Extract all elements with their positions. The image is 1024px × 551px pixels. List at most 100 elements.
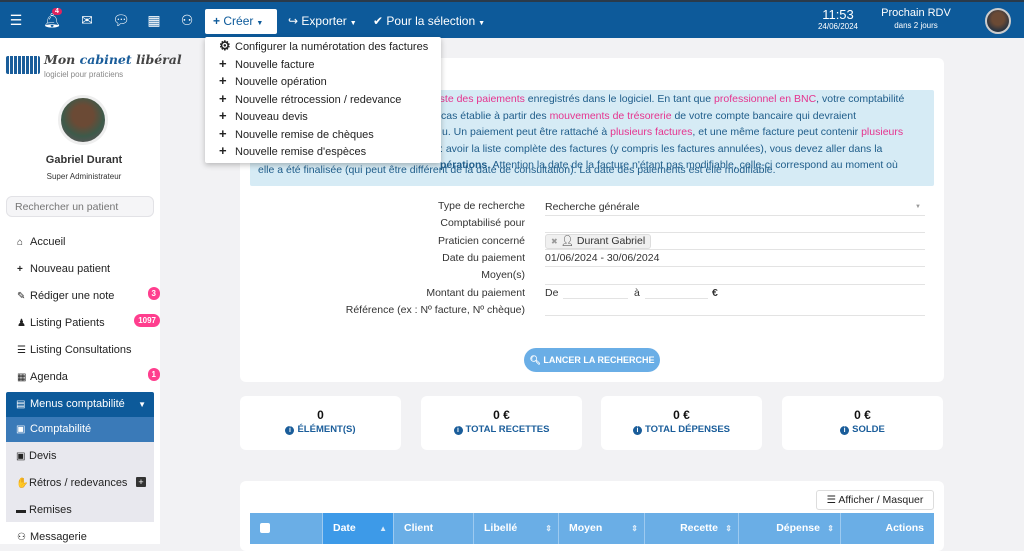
menu-item-new-operation[interactable]: + Nouvelle opération — [219, 72, 327, 89]
column-header-moyen[interactable]: Moyen ⇕ — [559, 513, 645, 544]
sidebar-item-accounting-menu[interactable]: ▤ Menus comptabilité ▼ — [6, 392, 154, 417]
column-toggle-button[interactable]: ☰ Afficher / Masquer — [816, 490, 934, 510]
next-appt-title: Prochain RDV — [881, 7, 951, 19]
plus-icon: + — [219, 56, 227, 71]
sort-icon: ⇕ — [545, 524, 552, 533]
check-icon: ✔ — [373, 14, 384, 28]
sidebar-item-new-patient[interactable]: + Nouveau patient — [17, 260, 110, 278]
stat-value: 0 — [317, 408, 324, 422]
type-label: Type de recherche — [438, 200, 525, 212]
column-header-client[interactable]: Client — [394, 513, 474, 544]
reference-input[interactable] — [545, 299, 925, 316]
select-all-header — [250, 513, 323, 544]
amount-max-input[interactable] — [645, 286, 708, 299]
column-header-recette[interactable]: Recette ⇕ — [645, 513, 739, 544]
deposit-icon: ▬ — [16, 505, 26, 516]
label: Menus comptabilité — [30, 398, 125, 410]
menu-item-new-retrocession[interactable]: + Nouvelle rétrocession / redevance — [219, 90, 401, 107]
search-type-select[interactable]: Recherche générale ▼ — [545, 199, 925, 216]
compta-label: Comptabilisé pour — [440, 217, 525, 229]
menu-item-new-check-deposit[interactable]: + Nouvelle remise de chèques — [219, 125, 374, 142]
menu-item-label: Nouvelle remise d'espèces — [235, 146, 367, 158]
montant-label: Montant du paiement — [426, 287, 525, 299]
sidebar-item-messagerie[interactable]: ⚇ Messagerie — [17, 528, 87, 546]
user-role: Super Administrateur — [46, 172, 122, 181]
currency-label: € — [712, 287, 718, 299]
plus-icon: + — [219, 126, 227, 141]
column-header-depense[interactable]: Dépense ⇕ — [739, 513, 841, 544]
sidebar-item-listing-consultations[interactable]: ☰ Listing Consultations — [17, 341, 132, 359]
next-appointment[interactable]: Prochain RDV dans 2 jours — [876, 7, 956, 30]
sidebar-subitem-devis[interactable]: ▣ Devis — [16, 447, 57, 465]
label: Rétros / redevances — [29, 477, 128, 489]
praticien-select[interactable]: ✖ 👤︎ Durant Gabriel — [545, 233, 925, 250]
stat-label: TOTAL DÉPENSES — [645, 424, 730, 435]
chevron-down-icon: ▼ — [138, 400, 146, 409]
sidebar-item-agenda[interactable]: ▦ Agenda 1 — [17, 368, 160, 386]
menu-item-label: Nouvelle rétrocession / redevance — [235, 94, 402, 106]
search-icon: 🔍︎ — [529, 355, 541, 365]
info-icon[interactable]: i — [840, 426, 850, 435]
user-avatar[interactable] — [985, 8, 1011, 34]
compta-input[interactable] — [545, 216, 925, 233]
column-header-date[interactable]: Date ▲ — [323, 513, 394, 544]
stat-label: SOLDE — [852, 424, 885, 435]
sidebar-item-write-note[interactable]: ✎ Rédiger une note 3 — [17, 287, 160, 305]
selection-button[interactable]: ✔ Pour la sélection ▼ — [365, 9, 493, 34]
moyen-input[interactable] — [545, 268, 925, 285]
info-icon[interactable]: i — [453, 426, 463, 435]
plus-square-icon[interactable]: + — [136, 477, 146, 487]
user-name: Gabriel Durant — [45, 154, 123, 166]
profile-avatar — [58, 95, 108, 145]
label: Devis — [29, 450, 57, 462]
stat-value: 0 € — [673, 408, 690, 422]
search-type-value: Recherche générale — [545, 201, 640, 213]
sidebar: Mon cabinet libéral logiciel pour pratic… — [0, 38, 182, 546]
patients-icon: ♟ — [17, 318, 26, 329]
remove-tag-icon[interactable]: ✖ — [551, 237, 558, 246]
export-button[interactable]: ↪ Exporter ▼ — [280, 9, 365, 34]
top-navbar: ☰ 🔔︎ 4 ✉ 💬︎ ▦ ⚇ + Créer ▼ ↪ Exporter ▼ ✔ Po… — [0, 0, 1024, 38]
bell-icon[interactable]: 🔔︎ 4 — [42, 8, 62, 29]
envelope-icon[interactable]: ✉ — [77, 12, 97, 29]
notification-badge: 4 — [52, 8, 62, 15]
list-icon: ☰ — [17, 345, 26, 356]
calendar-icon: ▦ — [17, 372, 27, 383]
sidebar-subitem-retros[interactable]: ✋Rétros / redevances + — [16, 474, 146, 492]
sidebar-subitem-remises[interactable]: ▬ Remises — [16, 501, 72, 519]
column-header-libelle[interactable]: Libellé ⇕ — [474, 513, 559, 544]
money-icon: ▣ — [16, 424, 26, 435]
plus-icon: + — [219, 73, 227, 88]
plus-icon: + — [17, 264, 23, 275]
info-icon[interactable]: i — [285, 426, 295, 435]
chat-icon[interactable]: 💬︎ — [111, 12, 131, 29]
stat-label: ÉLÉMENT(S) — [297, 424, 356, 435]
sidebar-subitem-comptabilite[interactable]: ▣ Comptabilité — [6, 417, 154, 442]
stat-value: 0 € — [854, 408, 871, 422]
users-icon[interactable]: ⚇ — [177, 12, 197, 29]
menu-item-configure-numbering[interactable]: ⚙ Configurer la numérotation des factures — [219, 37, 428, 54]
menu-item-new-cash-deposit[interactable]: + Nouvelle remise d'espèces — [219, 142, 366, 159]
amount-min-input[interactable] — [563, 286, 628, 299]
patient-search-input[interactable] — [6, 196, 154, 217]
menu-item-new-quote[interactable]: + Nouveau devis — [219, 107, 308, 124]
calendar-icon[interactable]: ▦ — [144, 12, 164, 29]
share-icon: ↪ — [288, 14, 299, 28]
search-button[interactable]: 🔍︎ LANCER LA RECHERCHE — [524, 348, 660, 372]
menu-list-icon[interactable]: ☰ — [6, 12, 26, 29]
sidebar-item-accueil[interactable]: ⌂ Accueil — [17, 233, 65, 251]
money-icon: ▣ — [16, 451, 26, 462]
stat-elements: 0 i ÉLÉMENT(S) — [240, 396, 401, 450]
label: Messagerie — [30, 531, 87, 543]
clock-time: 11:53 — [822, 7, 854, 22]
from-label: De — [545, 287, 559, 299]
date-range-input[interactable]: 01/06/2024 - 30/06/2024 — [545, 250, 925, 267]
handshake-icon: ✋ — [16, 478, 29, 489]
info-icon[interactable]: i — [633, 426, 642, 435]
sidebar-item-listing-patients[interactable]: ♟ Listing Patients 1097 — [17, 314, 160, 332]
menu-item-new-invoice[interactable]: + Nouvelle facture — [219, 55, 315, 72]
create-button[interactable]: + Créer ▼ — [205, 9, 277, 34]
select-all-checkbox[interactable] — [260, 523, 270, 534]
label: Listing Consultations — [30, 344, 132, 356]
count-badge: 1097 — [134, 314, 160, 327]
